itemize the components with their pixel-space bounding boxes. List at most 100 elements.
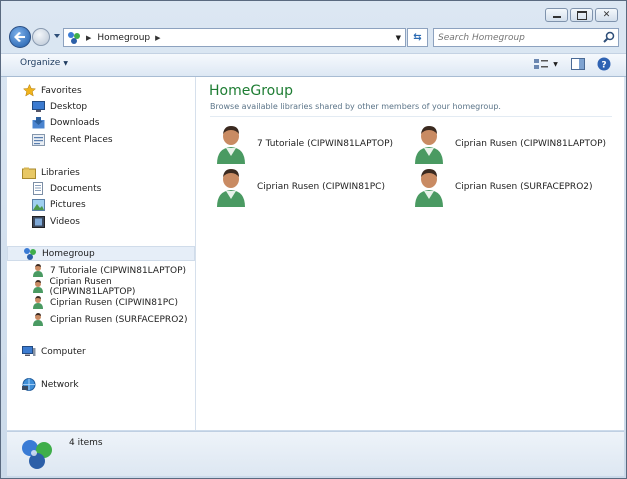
- refresh-button[interactable]: ⇆: [407, 28, 428, 47]
- nav-network-label: Network: [41, 379, 79, 390]
- nav-downloads[interactable]: Downloads: [7, 115, 195, 130]
- nav-member-label: Ciprian Rusen (CIPWIN81LAPTOP): [49, 276, 136, 297]
- change-view-button[interactable]: ▼: [532, 57, 560, 71]
- address-bar[interactable]: ▶ Homegroup ▶ ▼: [63, 28, 406, 47]
- nav-videos[interactable]: Videos: [7, 214, 195, 229]
- search-box: [433, 28, 619, 47]
- caption-buttons: ✕: [545, 8, 618, 22]
- nav-recent-places[interactable]: Recent Places: [7, 132, 195, 147]
- member-label: Ciprian Rusen (CIPWIN81LAPTOP): [455, 139, 607, 149]
- nav-recent-places-label: Recent Places: [50, 134, 113, 145]
- nav-desktop-label: Desktop: [50, 101, 88, 112]
- close-icon: ✕: [602, 9, 611, 20]
- navigation-pane: Favorites Desktop Downloads Recent Place…: [7, 77, 196, 430]
- page-subtitle: Browse available libraries shared by oth…: [210, 102, 501, 111]
- command-bar: Organize ▼ ▼ ?: [1, 53, 626, 77]
- nav-favorites-label: Favorites: [41, 85, 82, 96]
- back-button[interactable]: [9, 26, 31, 48]
- breadcrumb-homegroup[interactable]: Homegroup: [97, 33, 150, 43]
- nav-desktop[interactable]: Desktop: [7, 99, 195, 114]
- nav-favorites[interactable]: Favorites: [7, 83, 195, 98]
- homegroup-icon: [68, 32, 80, 44]
- minimize-button[interactable]: [545, 8, 568, 22]
- nav-computer[interactable]: Computer: [7, 344, 195, 359]
- user-icon: [31, 296, 45, 309]
- help-button[interactable]: ?: [596, 57, 612, 71]
- desktop-icon: [31, 100, 45, 113]
- divider: [210, 116, 612, 117]
- content-pane: HomeGroup Browse available libraries sha…: [196, 77, 624, 430]
- refresh-icon: ⇆: [413, 32, 422, 43]
- maximize-icon: [576, 10, 587, 20]
- address-dropdown-icon[interactable]: ▼: [396, 34, 401, 42]
- explorer-window: ✕ ▶ Homegroup ▶ ▼ ⇆ Organize▼ ▼: [0, 0, 627, 479]
- user-icon: [415, 169, 443, 207]
- nav-downloads-label: Downloads: [50, 117, 100, 128]
- search-input[interactable]: [438, 30, 598, 45]
- breadcrumb-separator-icon: ▶: [86, 33, 92, 42]
- member-label: Ciprian Rusen (CIPWIN81PC): [257, 182, 385, 192]
- organize-menu-button[interactable]: Organize ▼: [20, 58, 68, 68]
- documents-icon: [31, 182, 45, 195]
- nav-member-label: Ciprian Rusen (CIPWIN81PC): [50, 297, 178, 308]
- page-title: HomeGroup: [209, 83, 293, 99]
- libraries-icon: [22, 166, 36, 179]
- minimize-icon: [552, 16, 561, 18]
- nav-homegroup[interactable]: Homegroup: [7, 246, 195, 261]
- nav-member-label: 7 Tutoriale (CIPWIN81LAPTOP): [50, 265, 187, 276]
- member-label: Ciprian Rusen (SURFACEPRO2): [455, 182, 593, 192]
- preview-pane-button[interactable]: [570, 57, 586, 71]
- nav-documents-label: Documents: [50, 183, 102, 194]
- user-icon: [415, 126, 443, 164]
- pictures-icon: [31, 198, 45, 211]
- nav-member-label: Ciprian Rusen (SURFACEPRO2): [50, 314, 188, 325]
- view-options-icon: [534, 59, 549, 69]
- item-count: 4 items: [69, 438, 103, 448]
- homegroup-member-tile[interactable]: Ciprian Rusen (CIPWIN81PC): [214, 167, 409, 207]
- organize-label: Organize: [20, 58, 61, 68]
- preview-pane-icon: [571, 58, 585, 70]
- svg-text:?: ?: [601, 61, 606, 71]
- homegroup-member-tile[interactable]: Ciprian Rusen (SURFACEPRO2): [412, 167, 607, 207]
- nav-videos-label: Videos: [50, 216, 80, 227]
- close-button[interactable]: ✕: [595, 8, 618, 22]
- user-icon: [217, 126, 245, 164]
- breadcrumb-chevron-icon[interactable]: ▶: [155, 34, 160, 42]
- nav-documents[interactable]: Documents: [7, 181, 195, 196]
- maximize-button[interactable]: [570, 8, 593, 22]
- recent-pages-chevron-icon[interactable]: [53, 32, 61, 40]
- nav-homegroup-label: Homegroup: [42, 248, 95, 259]
- member-label: 7 Tutoriale (CIPWIN81LAPTOP): [257, 139, 394, 149]
- navigation-bar: ▶ Homegroup ▶ ▼ ⇆: [9, 26, 619, 50]
- homegroup-member-tile[interactable]: Ciprian Rusen (CIPWIN81LAPTOP): [412, 124, 607, 164]
- nav-homegroup-member[interactable]: Ciprian Rusen (CIPWIN81LAPTOP): [7, 276, 195, 297]
- nav-libraries-label: Libraries: [41, 167, 80, 178]
- nav-homegroup-member[interactable]: Ciprian Rusen (SURFACEPRO2): [7, 312, 195, 327]
- computer-icon: [22, 345, 36, 358]
- user-icon: [217, 169, 245, 207]
- view-controls: ▼ ?: [532, 57, 612, 71]
- forward-button[interactable]: [32, 28, 50, 46]
- homegroup-icon: [23, 247, 37, 260]
- help-icon: ?: [597, 57, 611, 71]
- nav-pictures[interactable]: Pictures: [7, 197, 195, 212]
- network-icon: [22, 378, 36, 391]
- nav-homegroup-member[interactable]: Ciprian Rusen (CIPWIN81PC): [7, 295, 195, 310]
- search-icon[interactable]: [603, 31, 615, 43]
- back-arrow-icon: [14, 32, 25, 42]
- recent-places-icon: [31, 133, 45, 146]
- videos-icon: [31, 215, 45, 228]
- view-dropdown-icon: ▼: [553, 60, 558, 68]
- nav-pictures-label: Pictures: [50, 199, 86, 210]
- user-icon: [31, 313, 45, 326]
- nav-network[interactable]: Network: [7, 377, 195, 392]
- nav-libraries[interactable]: Libraries: [7, 165, 195, 180]
- organize-dropdown-icon: ▼: [63, 60, 68, 67]
- downloads-icon: [31, 116, 45, 129]
- user-icon: [31, 264, 45, 277]
- user-icon: [31, 280, 44, 293]
- homegroup-member-tile[interactable]: 7 Tutoriale (CIPWIN81LAPTOP): [214, 124, 409, 164]
- homegroup-large-icon: [22, 440, 52, 469]
- details-pane: 4 items: [7, 431, 624, 476]
- nav-computer-label: Computer: [41, 346, 86, 357]
